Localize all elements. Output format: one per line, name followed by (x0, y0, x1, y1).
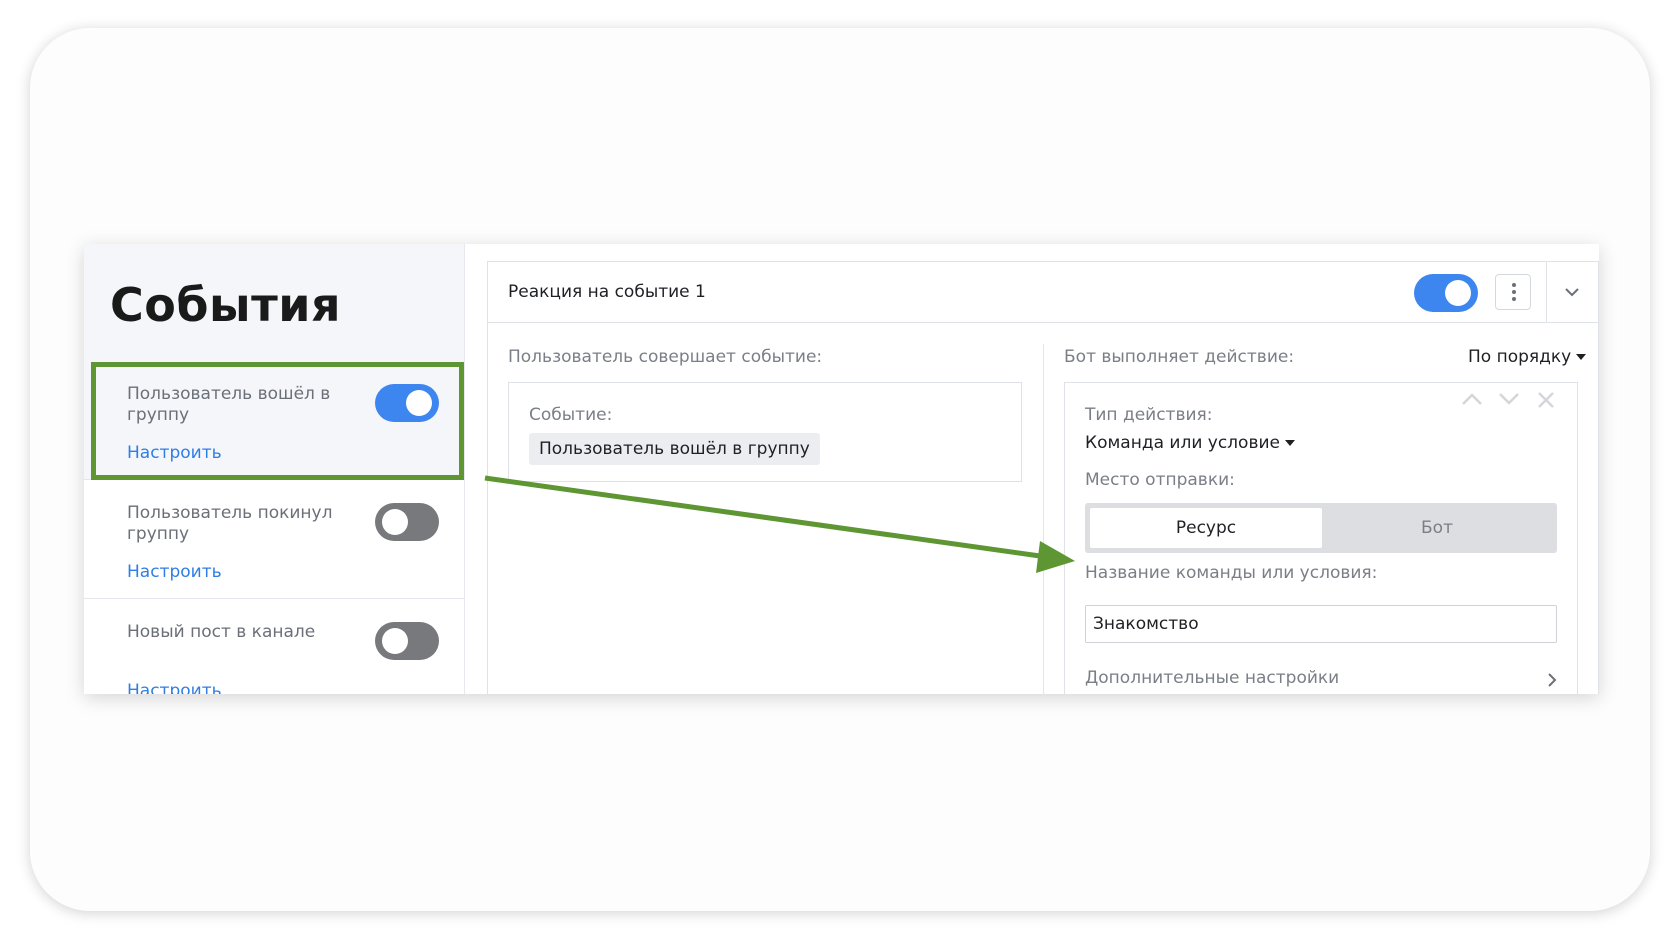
action-type-label: Тип действия: (1085, 405, 1213, 425)
extra-settings-label: Дополнительные настройки (1085, 668, 1340, 688)
event-toggle[interactable] (375, 503, 439, 541)
toggle-knob (382, 509, 408, 535)
move-down-icon[interactable] (1498, 391, 1524, 415)
move-up-icon[interactable] (1461, 391, 1487, 415)
event-item-new-post[interactable]: Новый пост в канале Настроить (84, 600, 464, 694)
destination-option-bot[interactable]: Бот (1322, 508, 1552, 548)
reaction-header: Реакция на событие 1 (488, 262, 1598, 323)
configure-link[interactable]: Настроить (127, 562, 222, 582)
action-controls (1461, 391, 1571, 415)
order-select-label: По порядку (1468, 347, 1572, 367)
reaction-title: Реакция на событие 1 (508, 282, 706, 302)
event-item-user-left[interactable]: Пользователь покинул группу Настроить (84, 481, 464, 599)
destination-option-resource[interactable]: Ресурс (1090, 508, 1322, 548)
caret-down-icon (1284, 440, 1295, 446)
event-column-title: Пользователь совершает событие: (508, 347, 823, 367)
sidebar-header: События (84, 244, 464, 362)
configure-link[interactable]: Настроить (127, 681, 222, 694)
collapse-button[interactable] (1546, 262, 1598, 323)
event-label: Пользователь покинул группу (127, 503, 333, 544)
destination-label: Место отправки: (1085, 470, 1235, 490)
event-toggle[interactable] (375, 384, 439, 422)
chevron-right-icon (1548, 673, 1557, 687)
action-type-value: Команда или условие (1085, 433, 1280, 453)
command-name-input[interactable] (1085, 605, 1557, 643)
destination-segmented-control: Ресурс Бот (1085, 503, 1557, 553)
action-column-title: Бот выполняет действие: (1064, 347, 1295, 367)
caret-down-icon (1576, 354, 1587, 360)
event-chip[interactable]: Пользователь вошёл в группу (529, 433, 820, 465)
toggle-knob (382, 628, 408, 654)
events-sidebar: События Пользователь вошёл в группу Наст… (84, 244, 465, 694)
reaction-toggle[interactable] (1414, 274, 1478, 312)
event-item-user-joined[interactable]: Пользователь вошёл в группу Настроить (84, 362, 464, 480)
page-title: События (110, 278, 342, 332)
event-toggle[interactable] (375, 622, 439, 660)
event-label: Пользователь вошёл в группу (127, 384, 331, 425)
order-select[interactable]: По порядку (1468, 347, 1587, 367)
app-window: События Пользователь вошёл в группу Наст… (84, 244, 1599, 694)
action-box: Тип действия: Команда или условие Место … (1064, 382, 1578, 694)
event-label: Новый пост в канале (127, 622, 316, 642)
extra-settings-row[interactable]: Дополнительные настройки (1085, 668, 1557, 692)
event-box: Событие: Пользователь вошёл в группу (508, 382, 1022, 482)
toggle-knob (406, 390, 432, 416)
action-type-select[interactable]: Команда или условие (1085, 433, 1295, 453)
command-name-label: Название команды или условия: (1085, 563, 1378, 583)
kebab-vertical-icon[interactable] (1495, 274, 1531, 310)
event-field-label: Событие: (529, 405, 613, 425)
configure-link[interactable]: Настроить (127, 443, 222, 463)
column-divider (1043, 344, 1044, 694)
toggle-knob (1445, 280, 1471, 306)
reaction-card: Реакция на событие 1 Пользователь соверш… (487, 261, 1599, 694)
chevron-down-icon (1565, 288, 1579, 297)
close-icon[interactable] (1537, 391, 1563, 415)
